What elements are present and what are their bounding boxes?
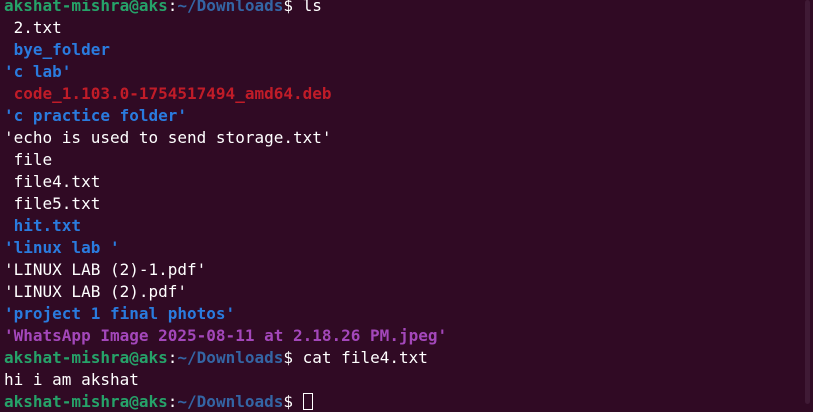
- command-text: cat file4.txt: [293, 348, 428, 367]
- prompt-dollar: $: [283, 348, 294, 367]
- ls-item-directory: bye_folder: [4, 40, 110, 59]
- prompt-line-ls: akshat-mishra@aks:~/Downloads$ ls: [4, 0, 797, 17]
- cat-output: hi i am akshat: [4, 370, 139, 389]
- prompt-user-host: akshat-mishra@aks: [4, 0, 168, 15]
- ls-item-file: 'LINUX LAB (2)-1.pdf': [4, 260, 207, 279]
- ls-item-directory: 'project 1 final photos': [4, 304, 236, 323]
- command-input[interactable]: [293, 392, 303, 411]
- ls-item-directory: 'linux lab ': [4, 238, 120, 257]
- ls-item-package: code_1.103.0-1754517494_amd64.deb: [4, 84, 332, 103]
- prompt-colon: :: [167, 392, 178, 411]
- prompt-path: ~/Downloads: [177, 0, 284, 15]
- ls-item-directory: 'c lab': [4, 62, 72, 81]
- ls-item-directory: 'c practice folder': [4, 106, 188, 125]
- terminal-window[interactable]: akshat-mishra@aks:~/Downloads$ ls 2.txt …: [0, 0, 813, 412]
- ls-item-directory: hit.txt: [4, 216, 82, 235]
- terminal-output: akshat-mishra@aks:~/Downloads$ ls 2.txt …: [4, 0, 797, 412]
- scrollbar-thumb[interactable]: [805, 0, 810, 404]
- prompt-line-cat: akshat-mishra@aks:~/Downloads$ cat file4…: [4, 347, 797, 369]
- text-cursor: [302, 393, 313, 410]
- ls-item-file: file5.txt: [4, 194, 101, 213]
- ls-item-file: file4.txt: [4, 172, 101, 191]
- prompt-path: ~/Downloads: [177, 348, 284, 367]
- ls-item-file: 'echo is used to send storage.txt': [4, 128, 332, 147]
- ls-item-file: file: [4, 150, 53, 169]
- ls-item-file: 'LINUX LAB (2).pdf': [4, 282, 188, 301]
- terminal-scrollbar[interactable]: [803, 0, 813, 412]
- ls-item-image: 'WhatsApp Image 2025-08-11 at 2.18.26 PM…: [4, 326, 448, 345]
- prompt-dollar: $: [283, 392, 294, 411]
- prompt-user-host: akshat-mishra@aks: [4, 392, 168, 411]
- prompt-colon: :: [167, 0, 178, 15]
- prompt-path: ~/Downloads: [177, 392, 284, 411]
- prompt-colon: :: [167, 348, 178, 367]
- prompt-user-host: akshat-mishra@aks: [4, 348, 168, 367]
- ls-item-file: 2.txt: [4, 18, 62, 37]
- prompt-line-current[interactable]: akshat-mishra@aks:~/Downloads$: [4, 391, 797, 412]
- command-text: ls: [293, 0, 322, 15]
- prompt-dollar: $: [283, 0, 294, 15]
